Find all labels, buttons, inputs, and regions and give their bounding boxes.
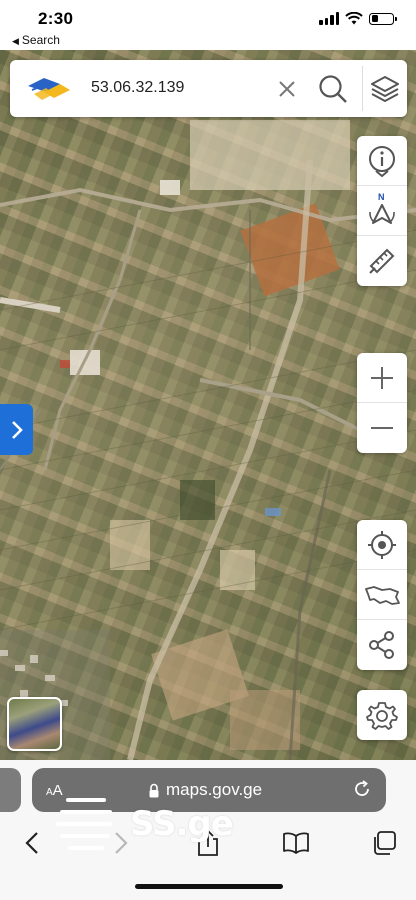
share-map-button[interactable]: [357, 620, 407, 670]
previous-tab-stub[interactable]: [0, 768, 21, 812]
measure-button[interactable]: [357, 236, 407, 286]
zoom-in-icon: [371, 366, 393, 389]
status-bar: 2:30 ◀ Search: [0, 0, 416, 50]
tabs-icon: [374, 831, 396, 855]
cellular-signal-icon: [319, 12, 339, 25]
share-icon: [369, 631, 394, 659]
aa-small-label: A: [46, 787, 53, 798]
search-icon: [319, 75, 347, 103]
full-extent-button[interactable]: [357, 570, 407, 620]
measure-ruler-icon: [369, 248, 395, 274]
satellite-map[interactable]: [0, 50, 416, 760]
close-icon: [279, 81, 295, 97]
back-search-label: Search: [21, 33, 60, 47]
chevron-right-icon: [11, 420, 23, 439]
info-icon: [369, 145, 395, 177]
battery-icon: [369, 12, 397, 25]
search-input[interactable]: 53.06.32.139: [91, 79, 184, 97]
search-button[interactable]: [316, 72, 350, 106]
wifi-icon: [345, 12, 363, 25]
clear-search-button[interactable]: [272, 74, 302, 104]
zoom-in-button[interactable]: [357, 353, 407, 403]
watermark-lines-icon: [56, 796, 114, 852]
zoom-out-icon: [371, 427, 393, 429]
back-icon: [25, 832, 38, 854]
napr-logo-icon: [28, 78, 70, 100]
back-to-search-link[interactable]: ◀ Search: [12, 33, 60, 47]
tabs-button[interactable]: [369, 828, 399, 858]
layers-icon: [371, 76, 399, 102]
gear-icon: [366, 702, 398, 730]
map-imagery: [0, 120, 416, 760]
location-panel: [357, 520, 407, 670]
reload-icon[interactable]: [352, 779, 372, 799]
bookmarks-button[interactable]: [281, 828, 311, 858]
zoom-out-button[interactable]: [357, 403, 407, 453]
locate-icon: [368, 530, 396, 559]
georgia-map-icon: [365, 585, 400, 605]
home-indicator[interactable]: [135, 884, 283, 889]
open-sidebar-button[interactable]: [0, 404, 33, 455]
compass-north-label: N: [378, 192, 385, 202]
back-arrow-icon: ◀: [12, 36, 19, 46]
zoom-panel: [357, 353, 407, 453]
search-divider: [362, 66, 363, 111]
compass-button[interactable]: N: [357, 186, 407, 236]
layers-button[interactable]: [367, 72, 403, 106]
settings-button[interactable]: [357, 690, 407, 740]
settings-panel: [357, 690, 407, 740]
map-tools-panel: N: [357, 136, 407, 286]
search-panel: 53.06.32.139: [10, 60, 407, 117]
locate-button[interactable]: [357, 520, 407, 570]
watermark-text: SS.ge: [130, 804, 234, 844]
clock: 2:30: [38, 9, 74, 28]
back-button[interactable]: [17, 828, 47, 858]
basemap-thumbnail[interactable]: [7, 697, 62, 751]
status-icons: [319, 12, 397, 25]
bookmarks-icon: [283, 832, 309, 854]
watermark: SS.ge: [56, 796, 234, 852]
info-button[interactable]: [357, 136, 407, 186]
